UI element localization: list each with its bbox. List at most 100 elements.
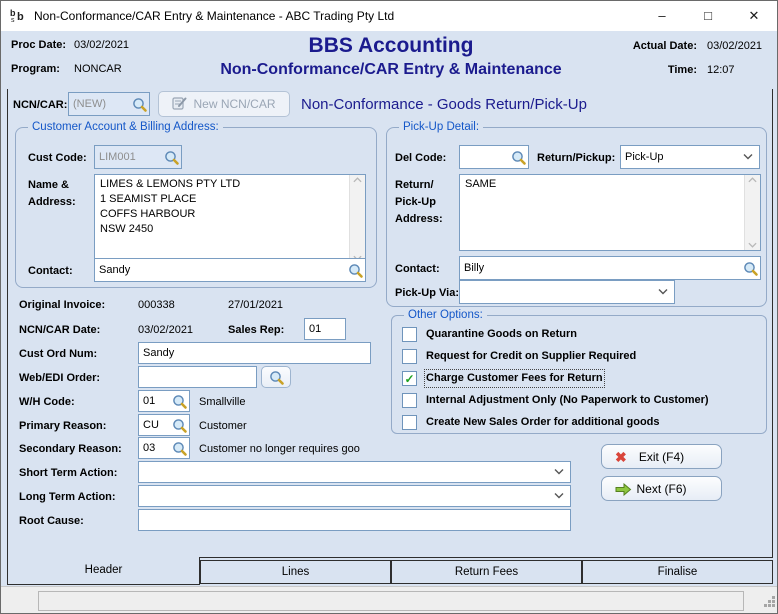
new-ncn-car-label: New NCN/CAR: [193, 97, 275, 111]
maximize-button[interactable]: □: [685, 1, 731, 31]
new-document-icon: [172, 96, 187, 113]
checkbox-internal-adjustment[interactable]: [402, 393, 417, 408]
tab-return-fees[interactable]: Return Fees: [391, 560, 582, 584]
tab-lines[interactable]: Lines: [200, 560, 391, 584]
return-pickup-label: Return/Pickup:: [537, 151, 615, 165]
other-options-title: Other Options:: [404, 308, 487, 323]
option-row: ✓ Charge Customer Fees for Return: [402, 369, 603, 387]
title-bar[interactable]: b s b Non-Conformance/CAR Entry & Mainte…: [1, 1, 777, 31]
ncn-car-label: NCN/CAR:: [13, 98, 67, 112]
chevron-down-icon: [554, 490, 564, 502]
sales-rep-field[interactable]: 01: [304, 318, 346, 340]
checkbox-label-create-sales-order[interactable]: Create New Sales Order for additional go…: [426, 415, 660, 430]
checkbox-quarantine[interactable]: [402, 327, 417, 342]
program-label: Program:: [11, 62, 60, 76]
pickup-address-value: SAME: [460, 175, 744, 250]
window-controls: – □ ✕: [639, 1, 777, 31]
wh-code-field[interactable]: 01: [138, 390, 190, 412]
return-pickup-select[interactable]: Pick-Up: [620, 145, 760, 169]
short-term-label: Short Term Action:: [19, 466, 117, 480]
scroll-down-icon[interactable]: [748, 242, 757, 248]
pickup-contact-value: Billy: [460, 258, 742, 278]
checkbox-label-quarantine[interactable]: Quarantine Goods on Return: [426, 327, 577, 342]
screen-title: Non-Conformance/CAR Entry & Maintenance: [181, 59, 601, 81]
chevron-down-icon: [658, 286, 668, 298]
pickup-via-label: Pick-Up Via:: [395, 286, 459, 300]
secondary-reason-lookup-icon[interactable]: [171, 440, 188, 457]
exit-button-label: Exit (F4): [639, 450, 684, 464]
secondary-reason-field[interactable]: 03: [138, 437, 190, 459]
time-label: Time:: [561, 63, 697, 77]
web-edi-field[interactable]: [138, 366, 257, 388]
original-invoice-label: Original Invoice:: [19, 298, 105, 312]
tab-finalise[interactable]: Finalise: [582, 560, 773, 584]
scroll-up-icon[interactable]: [353, 177, 362, 183]
cust-ord-field[interactable]: Sandy: [138, 342, 371, 364]
pickup-contact-lookup-icon[interactable]: [742, 260, 759, 277]
option-row: Create New Sales Order for additional go…: [402, 413, 660, 431]
application-window: b s b Non-Conformance/CAR Entry & Mainte…: [0, 0, 778, 614]
root-cause-field[interactable]: [138, 509, 571, 531]
next-button[interactable]: Next (F6): [601, 476, 722, 501]
checkbox-create-sales-order[interactable]: [402, 415, 417, 430]
svg-text:b: b: [17, 11, 24, 23]
cust-code-field[interactable]: LIM001: [94, 145, 182, 169]
long-term-label: Long Term Action:: [19, 490, 116, 504]
name-address-label: Name & Address:: [28, 177, 76, 211]
primary-reason-lookup-icon[interactable]: [171, 417, 188, 434]
wh-name-value: Smallville: [199, 395, 245, 409]
del-code-field[interactable]: [459, 145, 529, 169]
customer-contact-field[interactable]: Sandy: [94, 258, 366, 282]
pickup-address-textarea[interactable]: SAME: [459, 174, 761, 251]
proc-date-label: Proc Date:: [11, 38, 66, 52]
name-address-textarea[interactable]: LIMES & LEMONS PTY LTD 1 SEAMIST PLACE C…: [94, 174, 366, 264]
chevron-down-icon: [743, 151, 753, 163]
ncn-car-lookup-icon[interactable]: [131, 96, 148, 113]
pickup-group: Pick-Up Detail: Del Code: Return/Pickup:…: [386, 127, 767, 307]
proc-date-value: 03/02/2021: [74, 38, 129, 52]
checkbox-label-internal-adjustment[interactable]: Internal Adjustment Only (No Paperwork t…: [426, 393, 709, 408]
app-title: BBS Accounting: [181, 33, 601, 59]
del-code-lookup-icon[interactable]: [510, 149, 527, 166]
option-row: Request for Credit on Supplier Required: [402, 347, 636, 365]
exit-x-icon: ✖: [615, 449, 627, 465]
cust-ord-value: Sandy: [139, 343, 370, 363]
status-panel: [38, 591, 744, 611]
scrollbar[interactable]: [744, 175, 760, 250]
close-button[interactable]: ✕: [731, 1, 777, 31]
web-edi-lookup-button[interactable]: [261, 366, 291, 388]
customer-contact-lookup-icon[interactable]: [347, 262, 364, 279]
other-options-group: Other Options: Quarantine Goods on Retur…: [391, 315, 767, 434]
checkbox-charge-fees[interactable]: ✓: [402, 371, 417, 386]
scrollbar[interactable]: [349, 175, 365, 263]
document-type-heading: Non-Conformance - Goods Return/Pick-Up: [301, 95, 587, 115]
pickup-contact-label: Contact:: [395, 262, 440, 276]
scroll-up-icon[interactable]: [748, 177, 757, 183]
tab-header[interactable]: Header: [7, 557, 200, 585]
time-value: 12:07: [707, 63, 735, 77]
long-term-select[interactable]: [138, 485, 571, 507]
checkbox-label-request-credit[interactable]: Request for Credit on Supplier Required: [426, 349, 636, 364]
actual-date-label: Actual Date:: [561, 39, 697, 53]
resize-grip-icon[interactable]: [763, 595, 776, 611]
short-term-select[interactable]: [138, 461, 571, 483]
secondary-reason-value: 03: [139, 438, 171, 458]
actual-date-value: 03/02/2021: [707, 39, 762, 53]
cust-code-lookup-icon[interactable]: [163, 149, 180, 166]
primary-reason-field[interactable]: CU: [138, 414, 190, 436]
pickup-via-select[interactable]: [459, 280, 675, 304]
customer-contact-label: Contact:: [28, 264, 73, 278]
exit-button[interactable]: ✖ Exit (F4): [601, 444, 722, 469]
pickup-contact-field[interactable]: Billy: [459, 256, 761, 280]
minimize-button[interactable]: –: [639, 1, 685, 31]
web-edi-label: Web/EDI Order:: [19, 371, 100, 385]
checkbox-request-credit[interactable]: [402, 349, 417, 364]
option-row: Internal Adjustment Only (No Paperwork t…: [402, 391, 709, 409]
wh-code-lookup-icon[interactable]: [171, 393, 188, 410]
sales-rep-label: Sales Rep:: [228, 323, 284, 337]
checkbox-label-charge-fees[interactable]: Charge Customer Fees for Return: [426, 371, 603, 386]
secondary-reason-label: Secondary Reason:: [19, 442, 122, 456]
pickup-address-label: Return/ Pick-Up Address:: [395, 177, 443, 228]
ncn-car-field[interactable]: (NEW): [68, 92, 150, 116]
new-ncn-car-button[interactable]: New NCN/CAR: [158, 91, 290, 117]
